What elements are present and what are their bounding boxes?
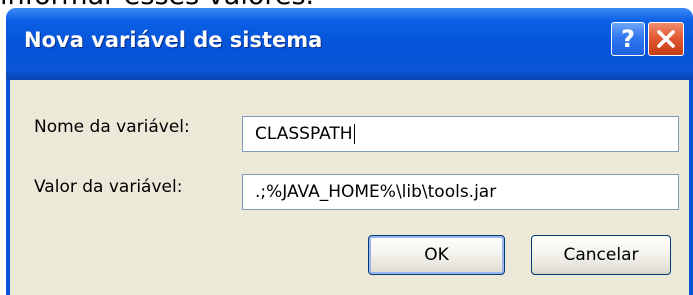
dialog-body: Nome da variável: CLASSPATH Valor da var… <box>10 80 689 295</box>
help-button[interactable]: ? <box>611 22 645 56</box>
screenshot-root: informar esses valores. Nova variável de… <box>0 0 693 295</box>
title-bar[interactable]: Nova variável de sistema ? <box>6 8 693 80</box>
help-icon: ? <box>621 25 635 53</box>
close-button[interactable] <box>648 22 684 56</box>
variable-name-value: CLASSPATH <box>255 124 353 144</box>
dialog-window: Nova variável de sistema ? Nome da variá… <box>6 8 693 295</box>
text-caret <box>353 124 355 144</box>
close-icon <box>657 30 675 48</box>
cancel-button[interactable]: Cancelar <box>531 235 671 275</box>
variable-name-label: Nome da variável: <box>34 117 190 137</box>
window-title: Nova variável de sistema <box>24 28 323 52</box>
variable-value-value: .;%JAVA_HOME%\lib\tools.jar <box>255 182 497 202</box>
ok-button[interactable]: OK <box>368 235 505 275</box>
variable-value-field[interactable]: .;%JAVA_HOME%\lib\tools.jar <box>242 174 679 210</box>
variable-name-field[interactable]: CLASSPATH <box>242 116 679 152</box>
variable-value-label: Valor da variável: <box>34 177 183 197</box>
